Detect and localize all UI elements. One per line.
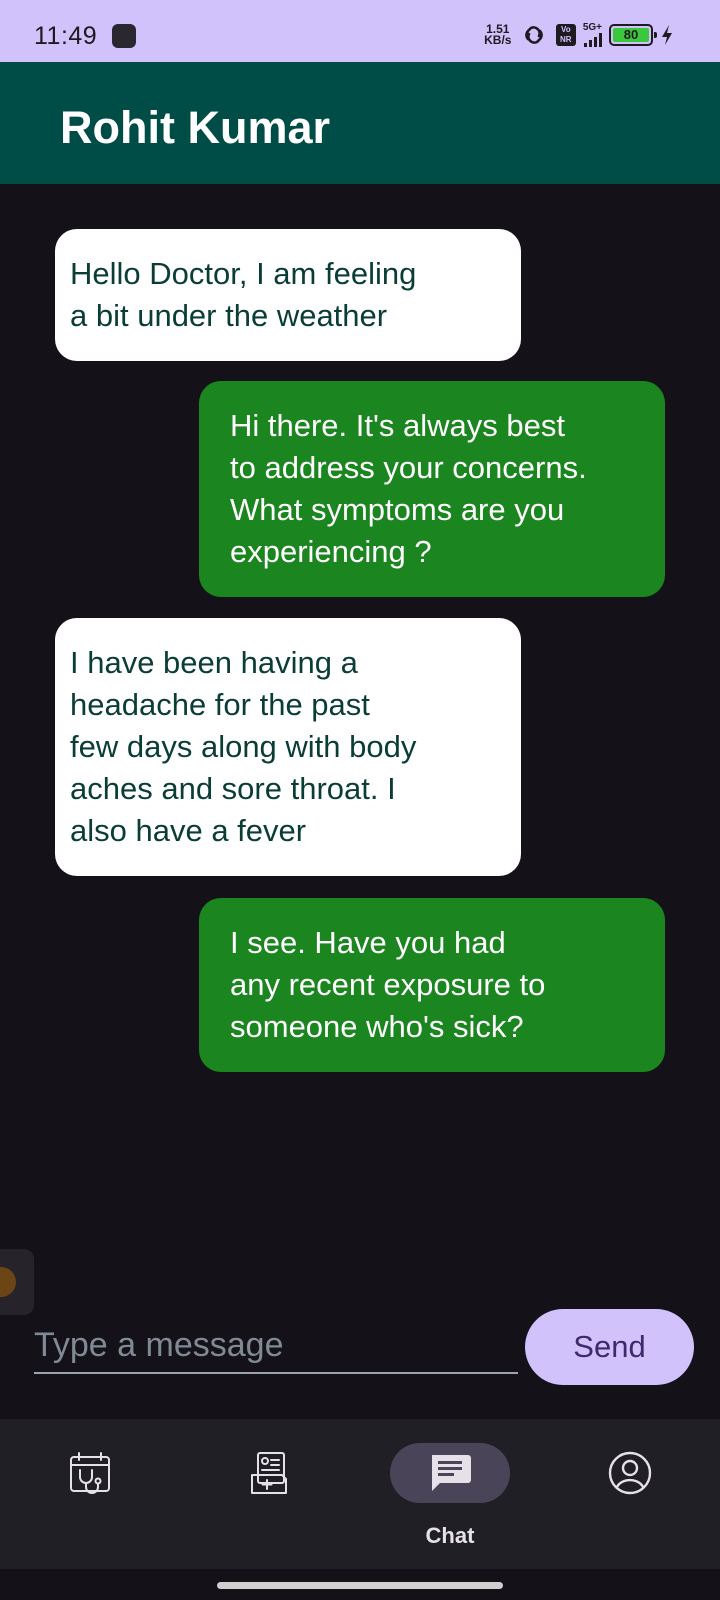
nav-item-records[interactable] <box>180 1419 360 1569</box>
message-bubble-outgoing: Hi there. It's always best to address yo… <box>199 381 665 597</box>
nav-item-appointments[interactable] <box>0 1419 180 1569</box>
signal-icon: 5G+ <box>583 23 602 47</box>
notification-app-icon <box>112 24 136 48</box>
contact-name: Rohit Kumar <box>60 102 330 153</box>
network-speed-unit: KB/s <box>484 33 512 47</box>
avatar <box>0 1267 16 1297</box>
network-speed: 1.51 KB/s <box>484 23 512 47</box>
message-text: Hi there. It's always best to address yo… <box>230 408 587 569</box>
link-icon <box>525 26 543 44</box>
status-bar: 11:49 1.51 KB/s Vo NR 5G+ 80 <box>0 0 720 62</box>
medical-records-icon <box>251 1452 287 1494</box>
battery-icon: 80 <box>609 24 657 46</box>
nav-active-indicator <box>390 1443 510 1503</box>
send-button[interactable]: Send <box>525 1309 694 1385</box>
message-text: Hello Doctor, I am feeling a bit under t… <box>70 256 417 333</box>
volte-badge: Vo NR <box>555 24 576 46</box>
charging-bolt-icon <box>662 25 672 45</box>
battery-level: 80 <box>613 28 649 42</box>
app-bar: Rohit Kumar <box>0 62 720 184</box>
home-indicator[interactable] <box>217 1582 503 1589</box>
message-text: I see. Have you had any recent exposure … <box>230 925 546 1044</box>
signal-bars <box>584 33 602 47</box>
chat-screen: 11:49 1.51 KB/s Vo NR 5G+ 80 Rohit Kumar… <box>0 0 720 1600</box>
floating-chat-head[interactable] <box>0 1249 34 1315</box>
message-bubble-incoming: Hello Doctor, I am feeling a bit under t… <box>55 229 521 361</box>
nav-item-profile[interactable] <box>540 1419 720 1569</box>
nav-item-chat[interactable]: Chat <box>360 1419 540 1569</box>
message-text: I have been having a headache for the pa… <box>70 645 417 848</box>
status-indicators: 1.51 KB/s Vo NR 5G+ 80 <box>484 20 674 50</box>
bottom-navigation: Chat <box>0 1419 720 1569</box>
message-input[interactable] <box>34 1318 518 1374</box>
nav-label-chat: Chat <box>425 1523 475 1548</box>
profile-icon <box>608 1451 652 1495</box>
message-bubble-incoming: I have been having a headache for the pa… <box>55 618 521 876</box>
status-time: 11:49 <box>34 22 98 50</box>
chat-icon <box>432 1455 471 1491</box>
network-type: 5G+ <box>582 22 602 33</box>
message-bubble-outgoing: I see. Have you had any recent exposure … <box>199 898 665 1072</box>
calendar-stethoscope-icon <box>70 1452 110 1494</box>
